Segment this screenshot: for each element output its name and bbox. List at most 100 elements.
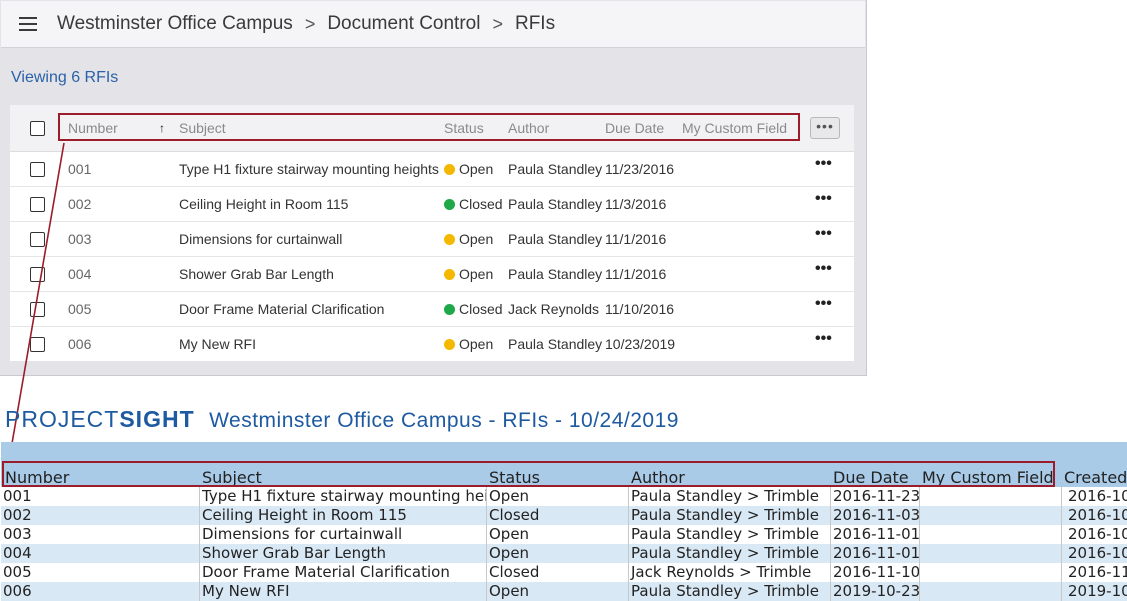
export-cell-due-date: 2016-11-10 — [830, 563, 919, 582]
status-closed-dot-icon — [444, 304, 455, 315]
export-cell-author: Paula Standley > Trimble — [628, 525, 830, 544]
status-open-dot-icon — [444, 339, 455, 350]
row-checkbox[interactable] — [30, 232, 45, 247]
export-cell-status: Closed — [486, 563, 628, 582]
export-title: Westminster Office Campus - RFIs - 10/24… — [209, 409, 679, 432]
row-status-label: Closed — [459, 301, 503, 317]
row-subject[interactable]: Ceiling Height in Room 115 — [179, 196, 348, 212]
export-cell-number: 002 — [3, 506, 32, 524]
row-checkbox[interactable] — [30, 337, 45, 352]
row-subject[interactable]: Dimensions for curtainwall — [179, 231, 342, 247]
breadcrumb-project[interactable]: Westminster Office Campus — [57, 13, 293, 35]
hamburger-menu-icon[interactable] — [19, 12, 43, 36]
table-row[interactable]: 002 Ceiling Height in Room 115 Closed Pa… — [10, 187, 854, 222]
table-row[interactable]: 004 Shower Grab Bar Length Open Paula St… — [10, 257, 854, 292]
table-row[interactable]: 006 My New RFI Open Paula Standley 10/23… — [10, 327, 854, 362]
export-row: 002 Ceiling Height in Room 115 Closed Pa… — [1, 506, 1127, 525]
status-closed-dot-icon — [444, 199, 455, 210]
row-number: 006 — [68, 336, 92, 352]
row-due-date: 11/3/2016 — [605, 196, 667, 212]
row-due-date: 11/10/2016 — [605, 301, 675, 317]
row-more-icon[interactable]: ••• — [815, 190, 832, 208]
row-number: 001 — [68, 161, 92, 177]
row-status: Open — [444, 266, 493, 282]
exported-spreadsheet: PROJECTSIGHT Westminster Office Campus -… — [1, 398, 1127, 601]
export-cell-subject: Ceiling Height in Room 115 — [199, 506, 486, 525]
header-highlight-box — [58, 113, 800, 141]
row-subject[interactable]: Shower Grab Bar Length — [179, 266, 334, 282]
row-number: 002 — [68, 196, 92, 212]
row-number: 003 — [68, 231, 92, 247]
row-more-icon[interactable]: ••• — [815, 295, 832, 313]
row-checkbox[interactable] — [30, 197, 45, 212]
row-status: Closed — [444, 301, 503, 317]
row-checkbox[interactable] — [30, 302, 45, 317]
export-cell-status: Open — [486, 525, 628, 544]
row-more-icon[interactable]: ••• — [815, 155, 832, 173]
row-status: Open — [444, 161, 493, 177]
export-cell-due-date: 2016-11-01 — [830, 544, 919, 563]
row-author: Jack Reynolds — [508, 301, 600, 317]
breadcrumb-document-control[interactable]: Document Control — [327, 13, 480, 35]
export-row: 003 Dimensions for curtainwall Open Paul… — [1, 525, 1127, 544]
row-due-date: 11/1/2016 — [605, 266, 667, 282]
row-status: Closed — [444, 196, 503, 212]
export-cell-subject: My New RFI — [199, 582, 486, 601]
export-cell-number: 001 — [3, 487, 32, 505]
export-cell-created: 2019-10 — [1061, 582, 1127, 601]
row-due-date: 11/23/2016 — [605, 161, 675, 177]
row-more-icon[interactable]: ••• — [815, 225, 832, 243]
row-author: Paula Standley — [508, 266, 603, 282]
row-more-icon[interactable]: ••• — [815, 330, 832, 348]
export-row: 004 Shower Grab Bar Length Open Paula St… — [1, 544, 1127, 563]
status-open-dot-icon — [444, 269, 455, 280]
row-more-icon[interactable]: ••• — [815, 260, 832, 278]
row-due-date: 10/23/2019 — [605, 336, 676, 352]
export-cell-author: Paula Standley > Trimble — [628, 582, 830, 601]
top-bar: Westminster Office Campus > Document Con… — [1, 1, 865, 48]
rfi-app-panel: Westminster Office Campus > Document Con… — [0, 0, 867, 376]
viewing-count: Viewing 6 RFIs — [11, 69, 119, 86]
export-cell-status: Closed — [486, 506, 628, 525]
row-number: 004 — [68, 266, 92, 282]
export-row: 006 My New RFI Open Paula Standley > Tri… — [1, 582, 1127, 601]
logo-bold-text: SIGHT — [119, 406, 195, 432]
export-cell-created: 2016-10 — [1061, 487, 1127, 506]
export-cell-number: 006 — [3, 582, 32, 600]
export-cell-subject: Door Frame Material Clarification — [199, 563, 486, 582]
row-checkbox[interactable] — [30, 267, 45, 282]
status-open-dot-icon — [444, 234, 455, 245]
export-cell-author: Paula Standley > Trimble — [628, 544, 830, 563]
table-row[interactable]: 001 Type H1 fixture stairway mounting he… — [10, 152, 854, 187]
select-all-checkbox[interactable] — [30, 121, 45, 136]
table-row[interactable]: 005 Door Frame Material Clarification Cl… — [10, 292, 854, 327]
export-cell-custom — [919, 487, 1061, 506]
table-row[interactable]: 003 Dimensions for curtainwall Open Paul… — [10, 222, 854, 257]
export-cell-subject: Shower Grab Bar Length — [199, 544, 486, 563]
row-subject[interactable]: Type H1 fixture stairway mounting height… — [179, 161, 439, 177]
export-row: 005 Door Frame Material Clarification Cl… — [1, 563, 1127, 582]
row-author: Paula Standley — [508, 336, 603, 352]
export-cell-number: 004 — [3, 544, 32, 562]
export-cell-due-date: 2016-11-01 — [830, 525, 919, 544]
export-cell-status: Open — [486, 544, 628, 563]
row-status-label: Open — [459, 266, 494, 282]
row-checkbox[interactable] — [30, 162, 45, 177]
export-cell-author: Paula Standley > Trimble — [628, 506, 830, 525]
row-subject[interactable]: My New RFI — [179, 336, 256, 352]
row-due-date: 11/1/2016 — [605, 231, 667, 247]
export-cell-subject: Type H1 fixture stairway mounting height… — [199, 487, 486, 506]
column-options-button[interactable]: ••• — [810, 117, 840, 139]
export-cell-created: 2016-10 — [1061, 525, 1127, 544]
grid-header: Number ↑ Subject Status Author Due Date … — [10, 105, 854, 152]
row-status-label: Open — [459, 336, 494, 352]
row-status: Open — [444, 231, 493, 247]
export-cell-custom — [919, 525, 1061, 544]
export-cell-custom — [919, 563, 1061, 582]
export-header-created: Created — [1064, 468, 1127, 487]
row-subject[interactable]: Door Frame Material Clarification — [179, 301, 384, 317]
breadcrumb-rfis: RFIs — [514, 13, 556, 34]
breadcrumb-separator: > — [304, 13, 316, 34]
export-cell-due-date: 2016-11-23 — [830, 487, 919, 506]
row-status-label: Open — [459, 161, 494, 177]
